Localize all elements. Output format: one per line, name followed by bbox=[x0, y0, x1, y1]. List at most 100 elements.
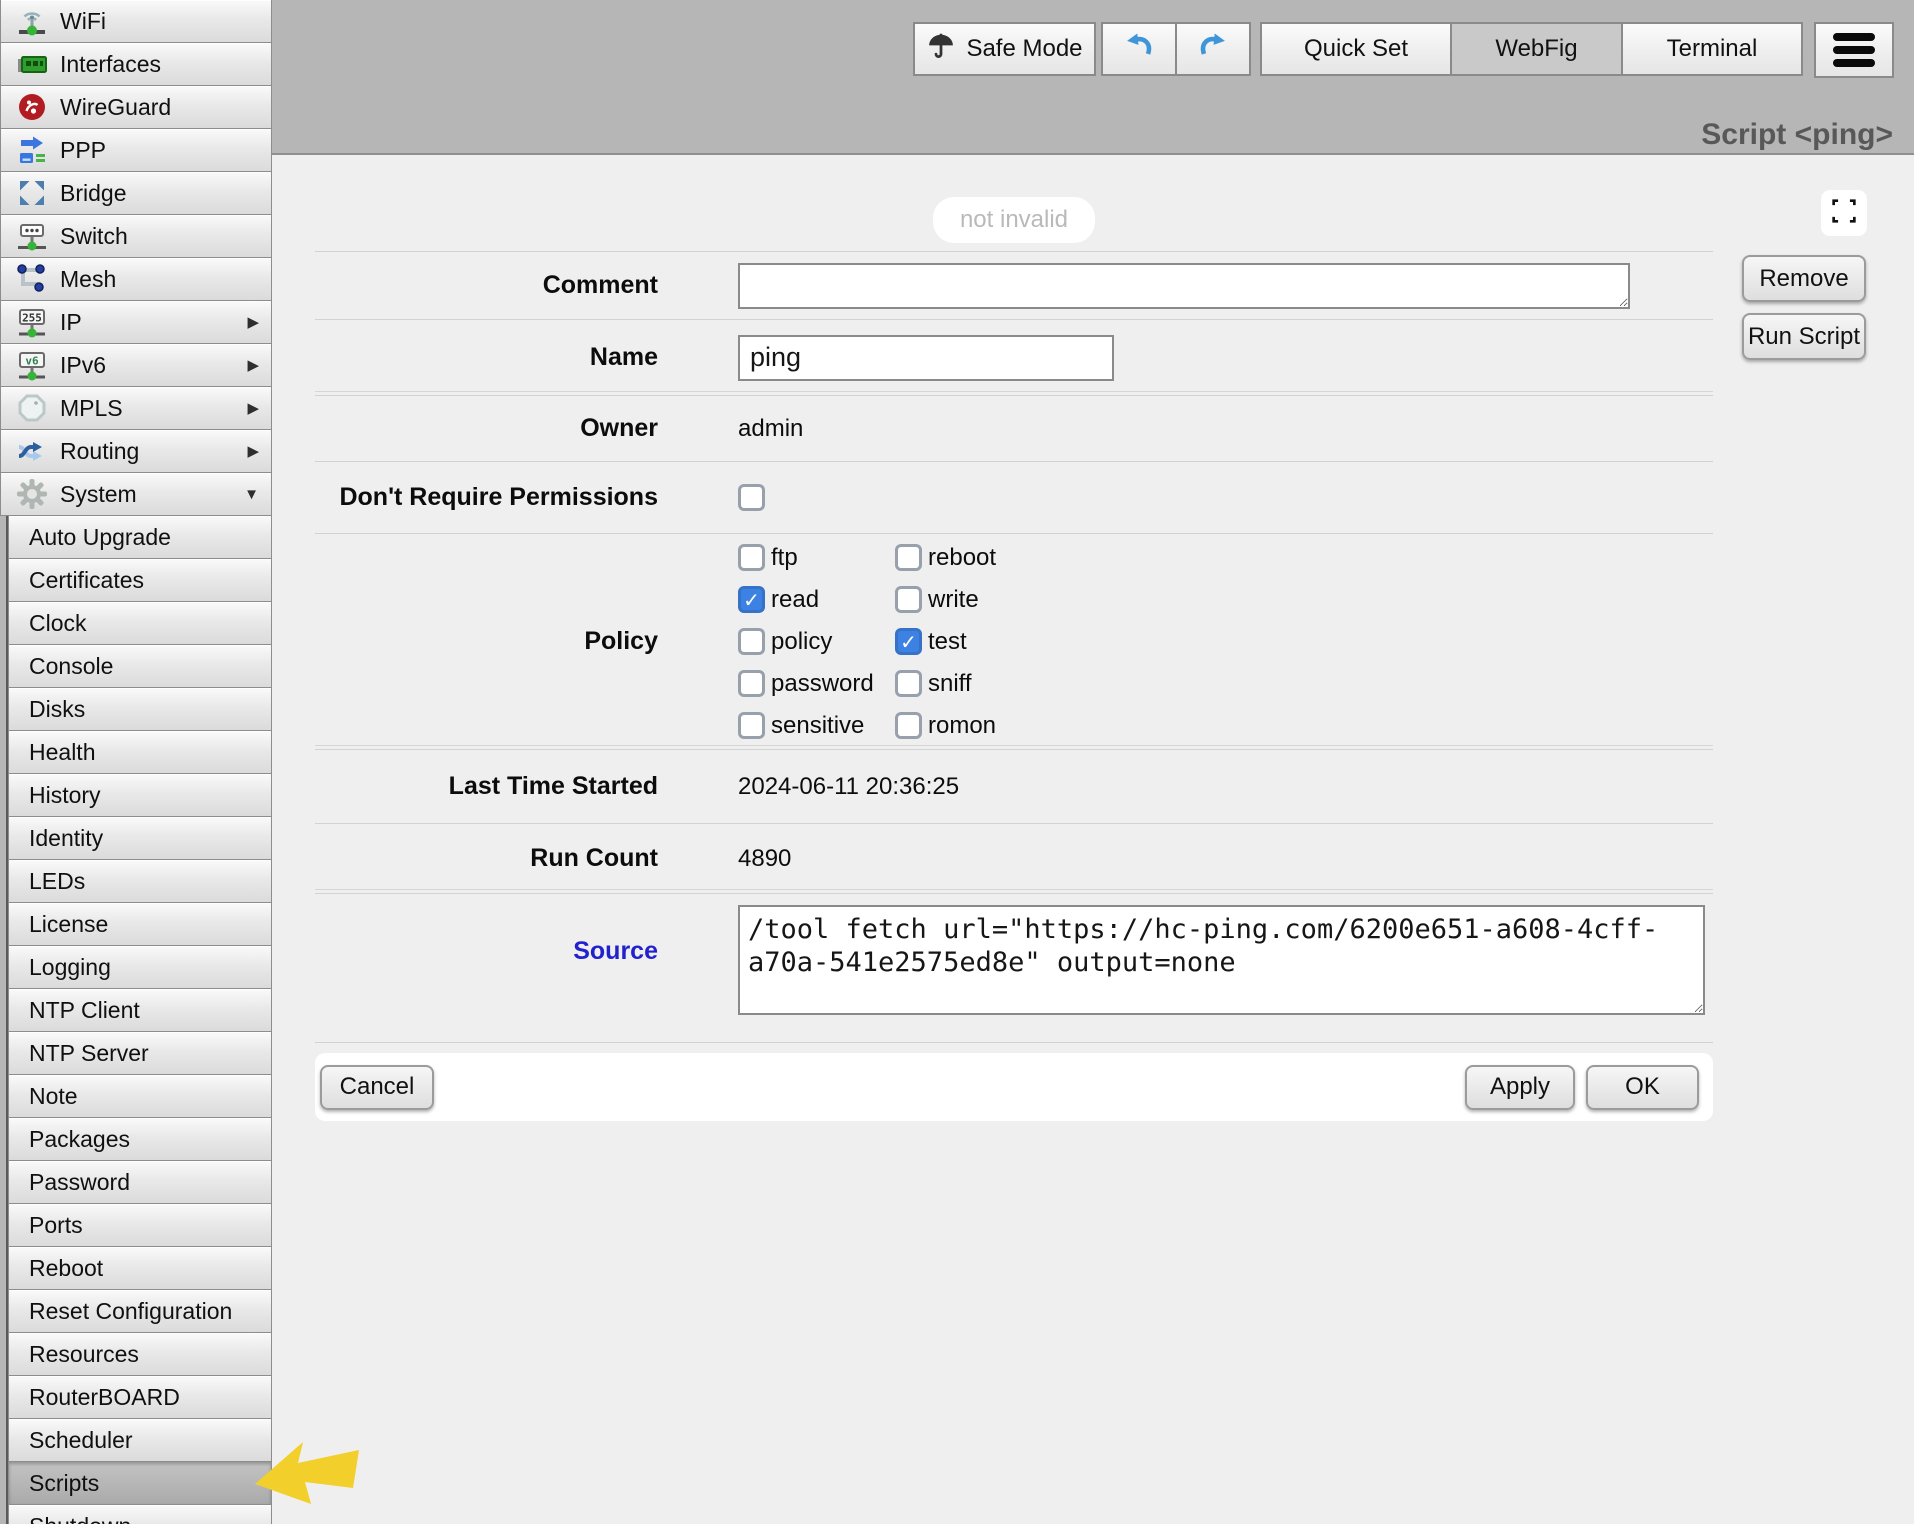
sidebar-item-ntp-server[interactable]: NTP Server bbox=[8, 1031, 272, 1075]
sidebar-item-label: Packages bbox=[29, 1126, 130, 1153]
dont-require-permissions-checkbox[interactable] bbox=[738, 484, 765, 511]
sidebar-item-label: Shutdown bbox=[29, 1513, 131, 1524]
last-time-started-row: Last Time Started 2024-06-11 20:36:25 bbox=[315, 749, 1713, 823]
policy-checkbox-password[interactable] bbox=[738, 670, 765, 697]
sidebar-item-scripts[interactable]: Scripts bbox=[8, 1461, 272, 1505]
submenu-arrow-icon: ▼ bbox=[244, 486, 259, 503]
sidebar-item-wifi[interactable]: WiFi bbox=[0, 0, 272, 43]
policy-label: Policy bbox=[315, 627, 658, 656]
sidebar-item-disks[interactable]: Disks bbox=[8, 687, 272, 731]
safe-mode-button[interactable]: Safe Mode bbox=[913, 22, 1096, 76]
sidebar-item-leds[interactable]: LEDs bbox=[8, 859, 272, 903]
sidebar-item-ip[interactable]: 255 IP ▶ bbox=[0, 300, 272, 344]
sidebar-item-shutdown[interactable]: Shutdown bbox=[8, 1504, 272, 1524]
sidebar-item-label: Disks bbox=[29, 696, 85, 723]
owner-row: Owner admin bbox=[315, 395, 1713, 461]
sidebar-item-system[interactable]: System ▼ bbox=[0, 472, 272, 516]
sidebar-item-ports[interactable]: Ports bbox=[8, 1203, 272, 1247]
mesh-icon bbox=[15, 262, 49, 296]
policy-option-policy: policy bbox=[738, 628, 895, 656]
interfaces-icon bbox=[15, 47, 49, 81]
sidebar-item-scheduler[interactable]: Scheduler bbox=[8, 1418, 272, 1462]
redo-button[interactable] bbox=[1175, 22, 1251, 76]
policy-option-label[interactable]: read bbox=[771, 586, 819, 614]
status-badge: not invalid bbox=[933, 197, 1095, 243]
policy-checkbox-romon[interactable] bbox=[895, 712, 922, 739]
policy-option-label[interactable]: sniff bbox=[928, 670, 972, 698]
sidebar-item-health[interactable]: Health bbox=[8, 730, 272, 774]
policy-option-sensitive: sensitive bbox=[738, 712, 895, 740]
sidebar-item-ppp[interactable]: PPP bbox=[0, 128, 272, 172]
tab-terminal[interactable]: Terminal bbox=[1621, 22, 1803, 76]
sidebar-item-reset-configuration[interactable]: Reset Configuration bbox=[8, 1289, 272, 1333]
policy-checkbox-policy[interactable] bbox=[738, 628, 765, 655]
sidebar-item-auto-upgrade[interactable]: Auto Upgrade bbox=[8, 515, 272, 559]
submenu-arrow-icon: ▶ bbox=[247, 442, 259, 460]
webfig-label: WebFig bbox=[1495, 35, 1577, 63]
sidebar-item-ntp-client[interactable]: NTP Client bbox=[8, 988, 272, 1032]
sidebar-item-label: Logging bbox=[29, 954, 111, 981]
policy-option-label[interactable]: test bbox=[928, 628, 967, 656]
policy-option-label[interactable]: ftp bbox=[771, 544, 798, 572]
sidebar-item-ipv6[interactable]: v6 IPv6 ▶ bbox=[0, 343, 272, 387]
remove-button[interactable]: Remove bbox=[1742, 255, 1866, 302]
tab-quick-set[interactable]: Quick Set bbox=[1260, 22, 1452, 76]
sidebar-item-routing[interactable]: Routing ▶ bbox=[0, 429, 272, 473]
hamburger-menu-button[interactable] bbox=[1814, 22, 1894, 78]
quick-set-label: Quick Set bbox=[1304, 35, 1408, 63]
sidebar-item-bridge[interactable]: Bridge bbox=[0, 171, 272, 215]
side-actions: Remove Run Script bbox=[1742, 255, 1866, 360]
policy-checkbox-reboot[interactable] bbox=[895, 544, 922, 571]
policy-option-label[interactable]: password bbox=[771, 670, 874, 698]
sidebar-item-certificates[interactable]: Certificates bbox=[8, 558, 272, 602]
policy-option-label[interactable]: policy bbox=[771, 628, 832, 656]
sidebar-item-packages[interactable]: Packages bbox=[8, 1117, 272, 1161]
sidebar-item-label: Scheduler bbox=[29, 1427, 133, 1454]
policy-checkbox-ftp[interactable] bbox=[738, 544, 765, 571]
sidebar-item-password[interactable]: Password bbox=[8, 1160, 272, 1204]
sidebar-item-wireguard[interactable]: WireGuard bbox=[0, 85, 272, 129]
ok-button[interactable]: OK bbox=[1586, 1065, 1699, 1110]
sidebar-item-label: Mesh bbox=[60, 266, 116, 293]
mpls-icon bbox=[15, 391, 49, 425]
policy-option-reboot: reboot bbox=[895, 544, 996, 572]
name-input[interactable] bbox=[738, 335, 1114, 381]
policy-checkbox-sniff[interactable] bbox=[895, 670, 922, 697]
sidebar-item-history[interactable]: History bbox=[8, 773, 272, 817]
sidebar-item-mpls[interactable]: MPLS ▶ bbox=[0, 386, 272, 430]
source-input[interactable]: /tool fetch url="https://hc-ping.com/620… bbox=[738, 905, 1705, 1015]
policy-option-label[interactable]: romon bbox=[928, 712, 996, 740]
policy-option-label[interactable]: reboot bbox=[928, 544, 996, 572]
comment-input[interactable] bbox=[738, 263, 1630, 309]
apply-button[interactable]: Apply bbox=[1465, 1065, 1575, 1110]
run-script-button[interactable]: Run Script bbox=[1742, 313, 1866, 360]
script-form: not invalid Comment Name Owner admin Don… bbox=[315, 155, 1713, 1121]
policy-option-ftp: ftp bbox=[738, 544, 895, 572]
cancel-button[interactable]: Cancel bbox=[320, 1065, 434, 1110]
sidebar-item-interfaces[interactable]: Interfaces bbox=[0, 42, 272, 86]
sidebar-item-switch[interactable]: Switch bbox=[0, 214, 272, 258]
sidebar-item-clock[interactable]: Clock bbox=[8, 601, 272, 645]
undo-button[interactable] bbox=[1101, 22, 1177, 76]
sidebar-item-note[interactable]: Note bbox=[8, 1074, 272, 1118]
policy-checkbox-sensitive[interactable] bbox=[738, 712, 765, 739]
policy-checkbox-write[interactable] bbox=[895, 586, 922, 613]
fullscreen-button[interactable] bbox=[1821, 190, 1867, 236]
policy-checkbox-test[interactable] bbox=[895, 628, 922, 655]
sidebar-item-mesh[interactable]: Mesh bbox=[0, 257, 272, 301]
sidebar-item-license[interactable]: License bbox=[8, 902, 272, 946]
policy-option-label[interactable]: write bbox=[928, 586, 979, 614]
sidebar-top-items: WiFi Interfaces WireGuard PPP Bridge Swi… bbox=[0, 0, 272, 516]
policy-checkbox-read[interactable] bbox=[738, 586, 765, 613]
sidebar-item-label: Auto Upgrade bbox=[29, 524, 171, 551]
sidebar-item-label: Switch bbox=[60, 223, 128, 250]
policy-option-label[interactable]: sensitive bbox=[771, 712, 864, 740]
sidebar-item-resources[interactable]: Resources bbox=[8, 1332, 272, 1376]
sidebar-item-identity[interactable]: Identity bbox=[8, 816, 272, 860]
tab-webfig[interactable]: WebFig bbox=[1450, 22, 1623, 76]
sidebar-item-reboot[interactable]: Reboot bbox=[8, 1246, 272, 1290]
sidebar-item-label: Resources bbox=[29, 1341, 139, 1368]
sidebar-item-console[interactable]: Console bbox=[8, 644, 272, 688]
sidebar-item-routerboard[interactable]: RouterBOARD bbox=[8, 1375, 272, 1419]
sidebar-item-logging[interactable]: Logging bbox=[8, 945, 272, 989]
